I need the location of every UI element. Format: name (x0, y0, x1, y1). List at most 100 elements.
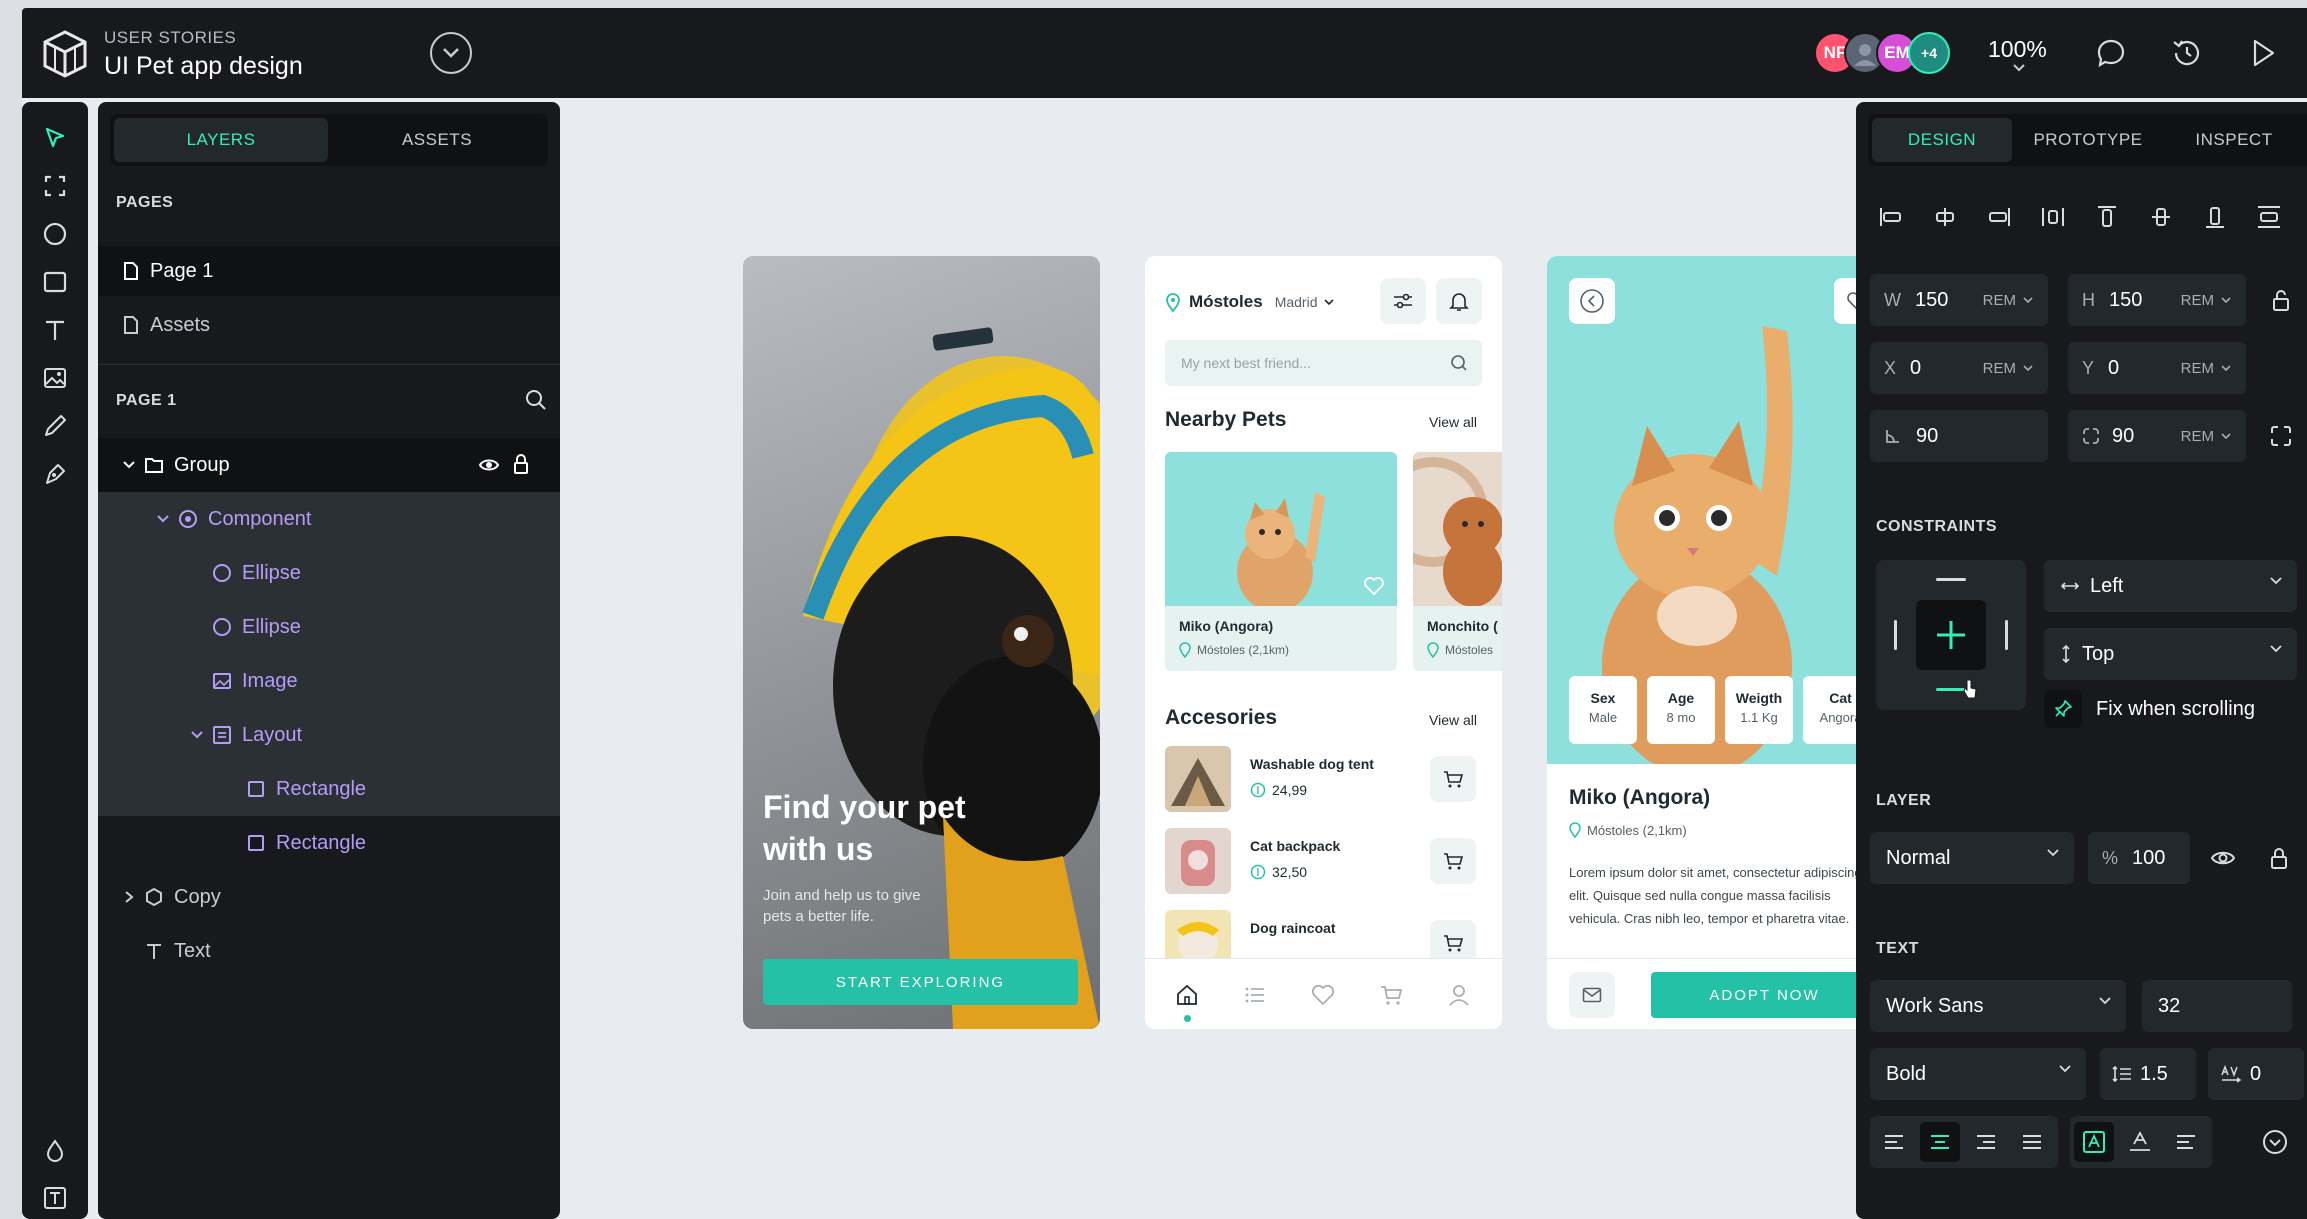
view-all-accessories-link[interactable]: View all (1429, 712, 1477, 728)
font-family-select[interactable]: Work Sans (1870, 980, 2126, 1032)
filter-button[interactable] (1380, 278, 1426, 324)
text-tool-icon[interactable] (39, 314, 71, 346)
pencil-tool-icon[interactable] (39, 410, 71, 442)
project-menu-button[interactable] (430, 32, 472, 74)
pin-button[interactable] (2044, 690, 2082, 728)
zoom-level[interactable]: 100% (1988, 36, 2047, 63)
view-all-pets-link[interactable]: View all (1429, 414, 1477, 430)
eye-icon[interactable] (478, 455, 500, 475)
app-logo-icon[interactable] (38, 26, 92, 80)
home-icon[interactable] (1173, 981, 1201, 1009)
design-canvas[interactable]: Find your pet with us Join and help us t… (560, 98, 1878, 1219)
font-size-field[interactable]: 32 (2142, 980, 2292, 1032)
heart-icon[interactable] (1309, 981, 1337, 1009)
ellipse-tool-icon[interactable] (39, 218, 71, 250)
rectangle-tool-icon[interactable] (39, 266, 71, 298)
chevron-down-icon[interactable] (122, 460, 136, 470)
move-tool-icon[interactable] (39, 122, 71, 154)
horizontal-constraint-select[interactable]: Left (2044, 560, 2297, 612)
constraint-right-handle[interactable] (2005, 620, 2008, 650)
chevron-right-icon[interactable] (122, 890, 136, 904)
font-weight-select[interactable]: Bold (1870, 1048, 2086, 1100)
fix-when-scrolling-toggle[interactable]: Fix when scrolling (2044, 690, 2255, 728)
eye-icon[interactable] (2208, 843, 2238, 873)
height-field[interactable]: H 150 REM (2068, 274, 2246, 326)
align-text-center-icon[interactable] (1920, 1122, 1960, 1162)
accessory-item[interactable]: Washable dog tent 24,99 (1165, 746, 1485, 812)
align-bottom-icon[interactable] (2200, 202, 2230, 232)
layer-row-rectangle[interactable]: Rectangle (98, 762, 560, 816)
align-text-right-icon[interactable] (1966, 1122, 2006, 1162)
pet-search-input[interactable]: My next best friend... (1165, 340, 1482, 386)
constraint-left-handle[interactable] (1894, 620, 1897, 650)
align-left-icon[interactable] (1876, 202, 1906, 232)
page-item[interactable]: Page 1 (98, 246, 560, 296)
tab-assets[interactable]: ASSETS (330, 118, 544, 162)
chevron-down-icon[interactable] (190, 730, 204, 740)
distribute-vertical-icon[interactable] (2254, 202, 2284, 232)
accessory-item[interactable]: Cat backpack 32,50 (1165, 828, 1485, 894)
tab-prototype[interactable]: PROTOTYPE (2018, 118, 2158, 162)
auto-width-icon[interactable] (2074, 1122, 2114, 1162)
tab-layers[interactable]: LAYERS (114, 118, 328, 162)
pet-card[interactable]: Miko (Angora) Móstoles (2,1km) (1165, 452, 1397, 671)
width-field[interactable]: W 150 REM (1870, 274, 2048, 326)
blend-mode-select[interactable]: Normal (1870, 832, 2074, 884)
layer-row-group[interactable]: Group (98, 438, 560, 492)
layer-row-ellipse[interactable]: Ellipse (98, 546, 560, 600)
layer-row-text[interactable]: Text (98, 924, 560, 978)
height-unit[interactable]: REM (2181, 292, 2232, 309)
page-item[interactable]: Assets (98, 300, 560, 350)
align-text-left-icon[interactable] (1874, 1122, 1914, 1162)
align-hcenter-icon[interactable] (1930, 202, 1960, 232)
board-tool-icon[interactable] (39, 170, 71, 202)
fixed-size-icon[interactable] (2166, 1122, 2206, 1162)
auto-height-icon[interactable] (2120, 1122, 2160, 1162)
profile-icon[interactable] (1445, 981, 1473, 1009)
start-exploring-button[interactable]: START EXPLORING (763, 959, 1078, 1005)
align-text-justify-icon[interactable] (2012, 1122, 2052, 1162)
rotation-field[interactable]: 90 (1870, 410, 2048, 462)
layer-row-image[interactable]: Image (98, 654, 560, 708)
list-icon[interactable] (1241, 981, 1269, 1009)
layer-row-layout[interactable]: Layout (98, 708, 560, 762)
layer-row-component[interactable]: Component (98, 492, 560, 546)
lock-icon[interactable] (512, 453, 530, 475)
pet-card[interactable]: Monchito ( Móstoles (1413, 452, 1502, 671)
radius-unit[interactable]: REM (2181, 428, 2232, 445)
align-right-icon[interactable] (1984, 202, 2014, 232)
x-field[interactable]: X 0 REM (1870, 342, 2048, 394)
width-unit[interactable]: REM (1983, 292, 2034, 309)
search-icon[interactable] (524, 388, 548, 412)
tab-inspect[interactable]: INSPECT (2164, 118, 2304, 162)
play-icon[interactable] (2244, 34, 2282, 72)
path-tool-icon[interactable] (39, 458, 71, 490)
constraints-widget[interactable] (1876, 560, 2026, 710)
notifications-button[interactable] (1436, 278, 1482, 324)
more-options-icon[interactable] (2260, 1127, 2290, 1157)
radius-field[interactable]: 90 REM (2068, 410, 2246, 462)
heart-icon[interactable] (1363, 576, 1385, 596)
screen-pet-detail[interactable]: Sex Male Age 8 mo Weigth 1.1 Kg Cat Ango… (1547, 256, 1878, 1029)
constraint-top-handle[interactable] (1936, 578, 1966, 581)
add-to-cart-button[interactable] (1430, 756, 1476, 802)
layer-row-ellipse[interactable]: Ellipse (98, 600, 560, 654)
tab-design[interactable]: DESIGN (1872, 118, 2012, 162)
opacity-field[interactable]: % 100 (2088, 832, 2190, 884)
cart-icon[interactable] (1377, 981, 1405, 1009)
x-unit[interactable]: REM (1983, 360, 2034, 377)
align-vcenter-icon[interactable] (2146, 202, 2176, 232)
adopt-now-button[interactable]: ADOPT NOW (1651, 972, 1878, 1018)
lock-icon[interactable] (2264, 843, 2294, 873)
project-title[interactable]: UI Pet app design (104, 52, 303, 81)
location-selector[interactable]: Móstoles Madrid (1165, 292, 1335, 312)
add-to-cart-button[interactable] (1430, 838, 1476, 884)
y-unit[interactable]: REM (2181, 360, 2232, 377)
history-icon[interactable] (2168, 34, 2206, 72)
layer-row-rectangle[interactable]: Rectangle (98, 816, 560, 870)
image-tool-icon[interactable] (39, 362, 71, 394)
layer-row-copy[interactable]: Copy (98, 870, 560, 924)
more-collaborators-badge[interactable]: +4 (1908, 32, 1950, 74)
back-button[interactable] (1569, 278, 1615, 324)
letter-spacing-field[interactable]: 0 (2208, 1048, 2304, 1100)
